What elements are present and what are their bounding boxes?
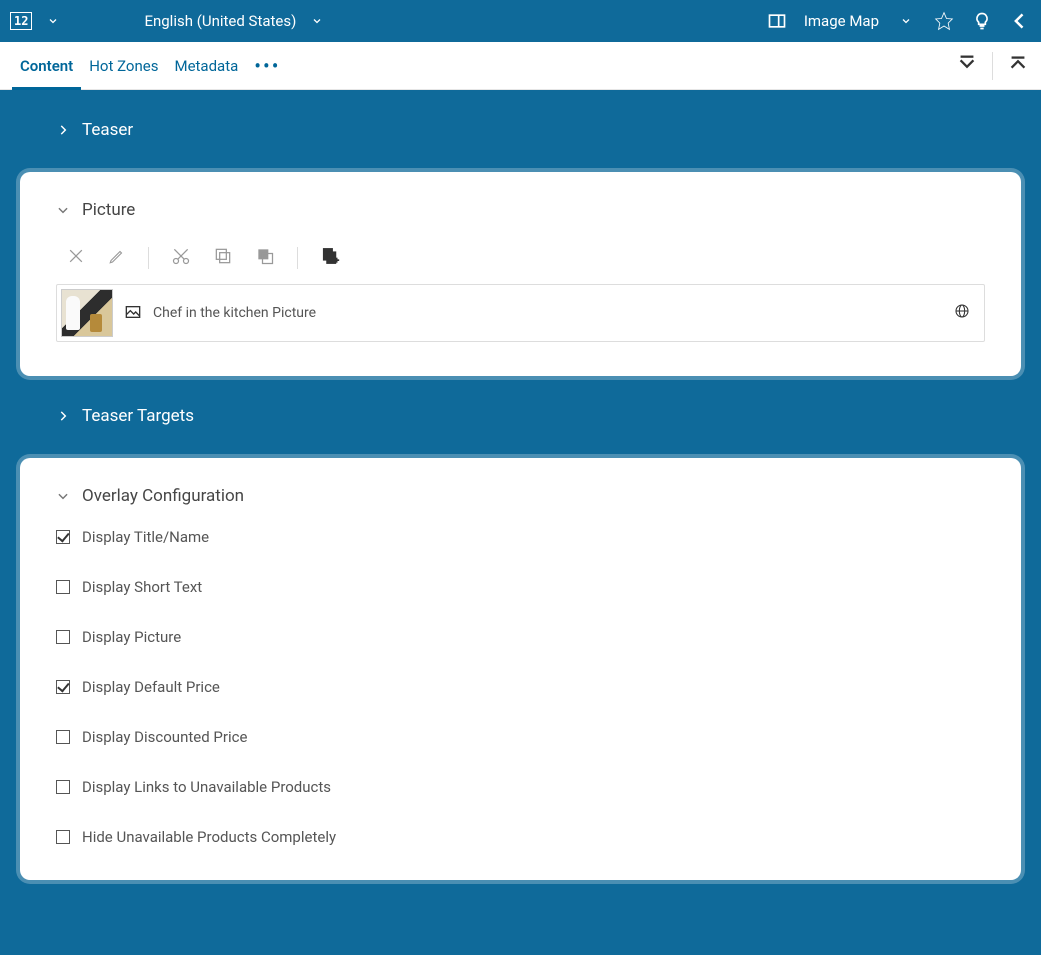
checkbox-label: Display Short Text	[82, 578, 202, 596]
close-icon[interactable]	[66, 246, 86, 270]
section-header-overlay[interactable]: Overlay Configuration	[56, 486, 985, 506]
section-header-picture[interactable]: Picture	[56, 200, 985, 220]
checkbox-label: Display Picture	[82, 628, 181, 646]
language-selector[interactable]: English (United States)	[144, 10, 328, 32]
checkbox-display-unavailable-links[interactable]: Display Links to Unavailable Products	[56, 778, 985, 796]
checkbox-label: Display Discounted Price	[82, 728, 247, 746]
checkbox-label: Hide Unavailable Products Completely	[82, 828, 336, 846]
chevron-left-icon[interactable]	[1009, 10, 1031, 32]
section-teaser: Teaser	[0, 90, 1041, 152]
tab-hot-zones[interactable]: Hot Zones	[81, 42, 166, 90]
picture-asset-row[interactable]: Chef in the kitchen Picture	[56, 284, 985, 342]
divider	[297, 247, 298, 269]
topbar-right: Image Map	[766, 10, 1031, 32]
checkbox-display-default-price[interactable]: Display Default Price	[56, 678, 985, 696]
checkbox-icon	[56, 780, 70, 794]
content-area: Teaser Picture	[0, 90, 1041, 900]
section-title: Overlay Configuration	[82, 486, 244, 506]
tab-content[interactable]: Content	[12, 42, 81, 90]
checkbox-label: Display Title/Name	[82, 528, 209, 546]
asset-label: Chef in the kitchen Picture	[153, 305, 316, 321]
collapse-up-icon[interactable]	[1007, 53, 1029, 79]
more-tabs-button[interactable]: •••	[246, 54, 288, 78]
checkbox-display-discounted-price[interactable]: Display Discounted Price	[56, 728, 985, 746]
section-title: Teaser Targets	[82, 406, 194, 426]
checkbox-hide-unavailable[interactable]: Hide Unavailable Products Completely	[56, 828, 985, 846]
asset-thumbnail	[61, 289, 113, 337]
image-type-icon	[125, 304, 141, 323]
tabbar-right	[956, 52, 1029, 80]
chevron-down-icon	[56, 203, 70, 217]
checkbox-label: Display Links to Unavailable Products	[82, 778, 331, 796]
copy-icon[interactable]	[213, 246, 233, 270]
divider	[992, 52, 993, 80]
section-title: Teaser	[82, 120, 133, 140]
panel-overlay-configuration: Overlay Configuration Display Title/Name…	[20, 458, 1021, 880]
checkbox-icon	[56, 530, 70, 544]
section-header-teaser-targets[interactable]: Teaser Targets	[56, 406, 985, 426]
lightbulb-icon[interactable]	[971, 10, 993, 32]
edit-icon[interactable]	[108, 247, 126, 269]
checkbox-icon	[56, 730, 70, 744]
top-bar: 12 English (United States) Image Map	[0, 0, 1041, 42]
locale-badge[interactable]: 12	[10, 12, 32, 30]
chevron-down-icon[interactable]	[895, 10, 917, 32]
checkbox-display-short-text[interactable]: Display Short Text	[56, 578, 985, 596]
overlay-checklist: Display Title/Name Display Short Text Di…	[56, 528, 985, 846]
globe-icon[interactable]	[954, 303, 970, 323]
chevron-right-icon	[56, 123, 70, 137]
section-title: Picture	[82, 200, 135, 220]
language-label: English (United States)	[144, 12, 296, 30]
layout-icon[interactable]	[766, 10, 788, 32]
chevron-down-icon[interactable]	[42, 10, 64, 32]
paste-icon[interactable]	[255, 246, 275, 270]
picture-toolbar	[66, 246, 985, 270]
view-label: Image Map	[804, 12, 879, 30]
topbar-left: 12	[10, 10, 64, 32]
checkbox-icon	[56, 630, 70, 644]
checkbox-icon	[56, 580, 70, 594]
checkbox-display-title-name[interactable]: Display Title/Name	[56, 528, 985, 546]
tab-bar: Content Hot Zones Metadata •••	[0, 42, 1041, 90]
section-header-teaser[interactable]: Teaser	[56, 120, 985, 140]
divider	[148, 247, 149, 269]
checkbox-icon	[56, 680, 70, 694]
chevron-down-icon	[306, 10, 328, 32]
cut-icon[interactable]	[171, 246, 191, 270]
chevron-right-icon	[56, 409, 70, 423]
tab-metadata[interactable]: Metadata	[166, 42, 246, 90]
chevron-down-icon	[56, 489, 70, 503]
checkbox-icon	[56, 830, 70, 844]
expand-down-icon[interactable]	[956, 53, 978, 79]
paste-add-icon[interactable]	[320, 246, 340, 270]
checkbox-label: Display Default Price	[82, 678, 220, 696]
panel-picture: Picture	[20, 172, 1021, 376]
section-teaser-targets: Teaser Targets	[0, 376, 1041, 438]
checkbox-display-picture[interactable]: Display Picture	[56, 628, 985, 646]
star-icon[interactable]	[933, 10, 955, 32]
